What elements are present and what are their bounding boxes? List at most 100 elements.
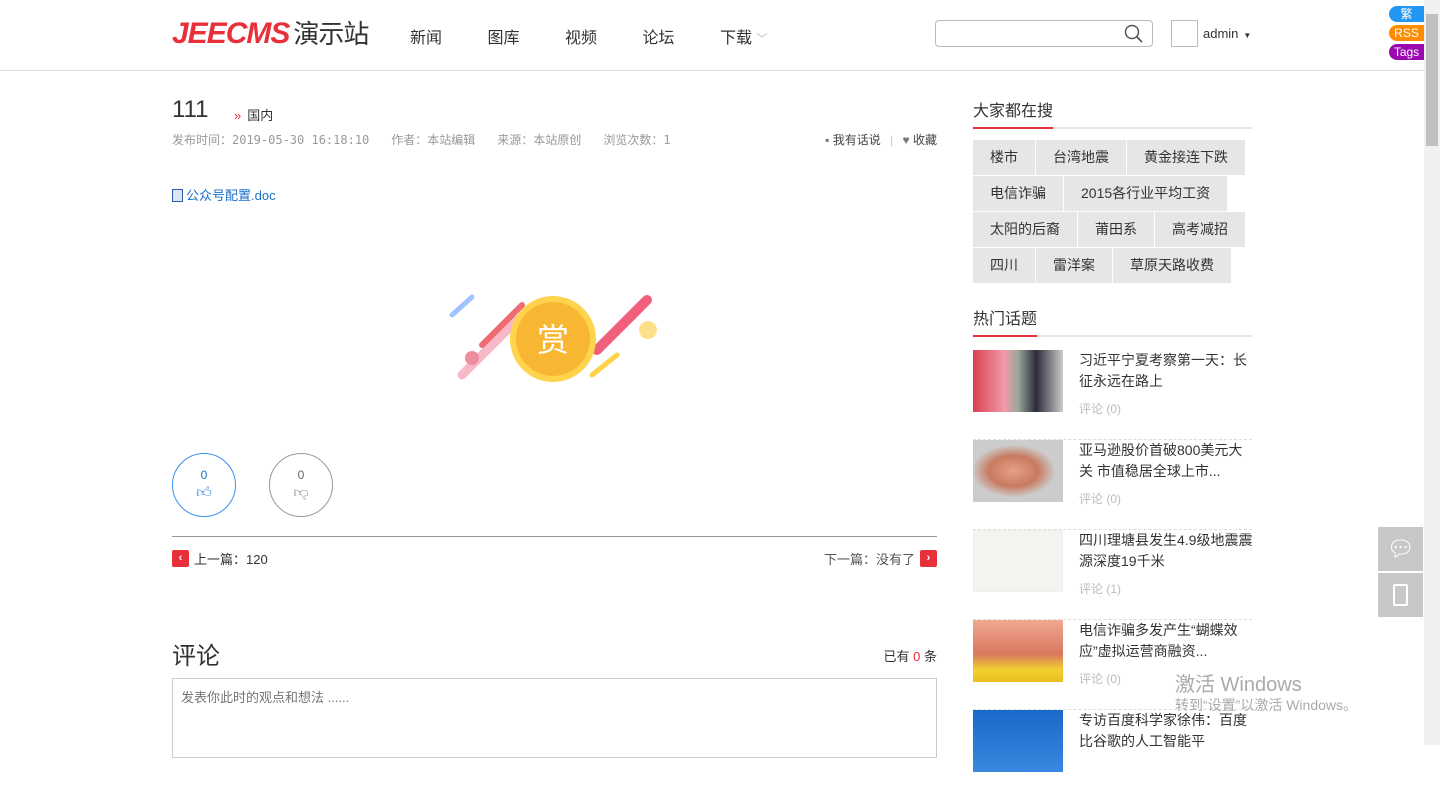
hot-comments: 评论 (0) xyxy=(1079,672,1122,686)
nav-news[interactable]: 新闻 xyxy=(410,24,488,48)
main-nav: 新闻 图库 视频 论坛 下载 ﹀ xyxy=(410,24,798,48)
divider xyxy=(172,536,937,537)
tags-badge[interactable]: Tags xyxy=(1389,44,1424,60)
nav-gallery[interactable]: 图库 xyxy=(488,24,566,48)
hot-comments: 评论 (0) xyxy=(1079,402,1122,416)
article-title: 111 xyxy=(172,96,209,123)
thumbs-down-icon: 👎︎ xyxy=(293,484,309,501)
comments-title: 评论 xyxy=(172,643,220,670)
search-input[interactable] xyxy=(942,21,1122,46)
article-category[interactable]: » 国内 xyxy=(234,105,273,124)
hot-title: 电信诈骗多发产生“蝴蝶效应”虚拟运营商融资... xyxy=(1079,622,1238,659)
list-item[interactable]: 四川理塘县发生4.9级地震震源深度19千米评论 (1) xyxy=(973,530,1252,620)
attachment-name: 公众号配置.doc xyxy=(186,188,276,203)
rss-badge[interactable]: RSS xyxy=(1389,25,1424,41)
chevron-left-icon: ‹ xyxy=(172,550,189,567)
nav-forum[interactable]: 论坛 xyxy=(643,24,721,48)
search-trends-heading: 大家都在搜 xyxy=(973,97,1252,129)
chevron-right-icon: › xyxy=(920,550,937,567)
prev-article-link[interactable]: ‹ 上一篇：120 xyxy=(172,549,268,568)
tag[interactable]: 草原天路收费 xyxy=(1113,248,1231,283)
nav-download[interactable]: 下载 ﹀ xyxy=(720,24,798,48)
hot-title: 亚马逊股价首破800美元大关 市值稳居全球上市... xyxy=(1079,442,1243,479)
thumbnail xyxy=(973,350,1063,412)
hot-comments: 评论 (1) xyxy=(1079,582,1122,596)
thumbnail xyxy=(973,620,1063,682)
reward-button[interactable]: 赏 xyxy=(442,285,662,400)
comment-count: 已有 0 条 xyxy=(883,646,937,665)
favorite-link[interactable]: 收藏 xyxy=(913,133,937,147)
reward-char: 赏 xyxy=(537,322,569,358)
tag[interactable]: 黄金接连下跌 xyxy=(1127,140,1245,175)
traditional-chinese-badge[interactable]: 繁 xyxy=(1389,6,1424,22)
hot-title: 习近平宁夏考察第一天：长征永远在路上 xyxy=(1079,352,1247,389)
thumbnail xyxy=(973,530,1063,592)
mobile-view-button[interactable] xyxy=(1378,573,1423,617)
list-item[interactable]: 专访百度科学家徐伟：百度比谷歌的人工智能平 xyxy=(973,710,1252,800)
activation-watermark-text: 转到“设置”以激活 Windows。 xyxy=(1175,697,1358,713)
next-article-link[interactable]: 下一篇：没有了 › xyxy=(824,549,937,568)
wechat-icon: 💬︎ xyxy=(1386,536,1415,561)
user-menu[interactable]: admin ▼ xyxy=(1203,26,1251,41)
list-item[interactable]: 习近平宁夏考察第一天：长征永远在路上评论 (0) xyxy=(973,350,1252,440)
tag[interactable]: 太阳的后裔 xyxy=(973,212,1077,247)
dislike-count: 0 xyxy=(297,468,305,482)
hot-topics-title: 热门话题 xyxy=(973,311,1038,328)
site-header: JEECMS 演示站 新闻 图库 视频 论坛 下载 ﹀ admin ▼ xyxy=(0,0,1424,71)
heart-icon: ♥ xyxy=(902,133,910,147)
view-count: 浏览次数：1 xyxy=(603,133,671,147)
tag[interactable]: 四川 xyxy=(973,248,1035,283)
hot-topics-heading: 热门话题 xyxy=(973,305,1252,337)
next-label: 下一篇：没有了 xyxy=(823,552,915,567)
comment-input[interactable] xyxy=(172,678,937,758)
hot-comments: 评论 (0) xyxy=(1079,492,1122,506)
logo-brand: JEECMS xyxy=(172,17,290,50)
activation-watermark-title: 激活 Windows xyxy=(1175,674,1302,696)
hot-title: 四川理塘县发生4.9级地震震源深度19千米 xyxy=(1079,532,1253,569)
scrollbar-thumb[interactable] xyxy=(1426,14,1438,146)
reward-graphic: 赏 xyxy=(449,294,657,382)
caret-down-icon: ▼ xyxy=(1243,31,1252,40)
thumbnail xyxy=(973,710,1063,772)
wechat-share-button[interactable]: 💬︎ xyxy=(1378,527,1423,571)
dislike-button[interactable]: 0 👎︎ xyxy=(269,453,333,517)
search-icon[interactable] xyxy=(1124,24,1144,44)
comment-link[interactable]: 我有话说 xyxy=(833,133,881,147)
list-item[interactable]: 亚马逊股价首破800美元大关 市值稳居全球上市... 评论 (0) xyxy=(973,440,1252,530)
avatar[interactable] xyxy=(1171,20,1198,47)
nav-download-label: 下载 xyxy=(720,30,753,47)
chevron-down-icon: ﹀ xyxy=(756,32,769,46)
tag[interactable]: 2015各行业平均工资 xyxy=(1064,176,1228,211)
tag[interactable]: 雷洋案 xyxy=(1036,248,1112,283)
author: 作者：本站编辑 xyxy=(391,133,476,147)
source: 来源：本站原创 xyxy=(497,133,582,147)
word-doc-icon xyxy=(172,189,183,202)
tag[interactable]: 高考减招 xyxy=(1155,212,1245,247)
publish-time: 发布时间：2019-05-30 16:18:10 xyxy=(172,133,370,147)
tag[interactable]: 楼市 xyxy=(973,140,1035,175)
count-value: 0 xyxy=(913,649,921,664)
count-prefix: 已有 xyxy=(883,649,910,664)
site-logo[interactable]: JEECMS 演示站 xyxy=(172,14,369,51)
prev-label: 上一篇：120 xyxy=(194,552,268,567)
scrollbar[interactable] xyxy=(1424,0,1440,745)
like-button[interactable]: 0 👍︎ xyxy=(172,453,236,517)
attachment-link[interactable]: 公众号配置.doc xyxy=(172,185,276,204)
search-trends-title: 大家都在搜 xyxy=(973,103,1054,120)
logo-suffix: 演示站 xyxy=(293,19,369,49)
article-actions: ▪ 我有话说 | ♥ 收藏 xyxy=(825,133,937,147)
tag[interactable]: 电信诈骗 xyxy=(973,176,1063,211)
tag[interactable]: 台湾地震 xyxy=(1036,140,1126,175)
double-chevron-icon: » xyxy=(234,108,242,123)
tag[interactable]: 莆田系 xyxy=(1078,212,1154,247)
nav-video[interactable]: 视频 xyxy=(565,24,643,48)
comment-icon: ▪ xyxy=(825,133,830,147)
hot-title: 专访百度科学家徐伟：百度比谷歌的人工智能平 xyxy=(1079,712,1247,749)
tablet-icon xyxy=(1393,584,1408,606)
thumbnail xyxy=(973,440,1063,502)
article-meta: 发布时间：2019-05-30 16:18:10 作者：本站编辑 来源：本站原创 浏览… xyxy=(172,131,693,148)
category-label: 国内 xyxy=(247,108,274,123)
username: admin xyxy=(1203,26,1239,41)
count-suffix: 条 xyxy=(923,649,937,664)
tag-cloud: 楼市 台湾地震 黄金接连下跌 电信诈骗 2015各行业平均工资 太阳的后裔 莆田… xyxy=(973,140,1252,283)
